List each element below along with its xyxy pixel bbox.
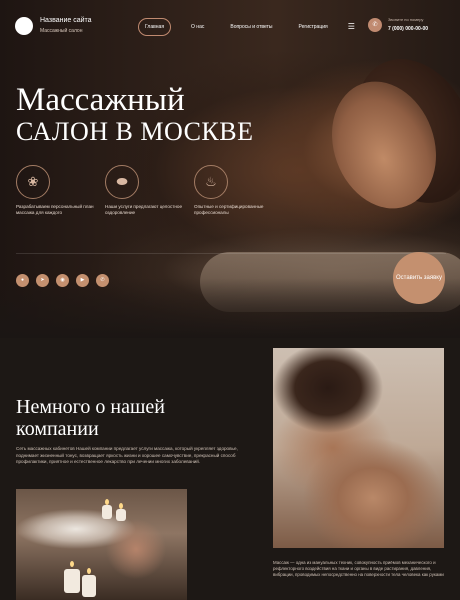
nav-item-registration[interactable]: Регистрация [292,19,333,35]
nav-item-home[interactable]: Главная [138,18,172,36]
phone-label: Звоните по номеру [388,17,424,22]
youtube-icon[interactable]: ▶ [76,274,89,287]
whatsapp-icon[interactable]: ✆ [96,274,109,287]
photo-caption: Массаж — одна из мануальных техник, сово… [273,560,444,577]
divider [16,253,446,254]
site-subtitle: Массажный салон [40,28,83,34]
massage-photo [273,348,444,548]
telegram-icon[interactable]: ➤ [36,274,49,287]
feature-text: Разрабатываем персональный план массажа … [16,204,94,215]
spa-photo [16,489,187,600]
logo[interactable] [15,17,33,35]
hero-title: Массажный [16,82,185,118]
about-text: Сеть массажных кабинетов Нашей компании … [16,446,238,465]
hero-subtitle: САЛОН В МОСКВЕ [16,117,254,146]
nav-item-faq[interactable]: Вопросы и ответы [224,19,278,35]
main-nav: Главная О нас Вопросы и ответы Регистрац… [138,18,355,36]
vk-icon[interactable]: ● [16,274,29,287]
about-title: Немного о нашей компании [16,396,165,440]
phone-number[interactable]: 7 (000) 000-00-00 [388,26,428,32]
stones-icon: ⬬ [105,165,139,199]
ok-icon[interactable]: ◉ [56,274,69,287]
site-name[interactable]: Название сайта [40,17,92,24]
nav-item-about[interactable]: О нас [185,19,210,35]
phone-icon[interactable]: ✆ [368,18,382,32]
hero-image [0,0,460,338]
social-links: ● ➤ ◉ ▶ ✆ [16,274,116,287]
candles-icon: ♨ [194,165,228,199]
request-button[interactable]: Оставить заявку [393,252,445,304]
feature-text: Наши услуги предлагают целостное оздоров… [105,204,183,215]
feature-text: Опытные и сертифицированные профессионал… [194,204,264,215]
menu-icon[interactable]: ☰ [348,22,355,32]
spa-icon: ❀ [16,165,50,199]
